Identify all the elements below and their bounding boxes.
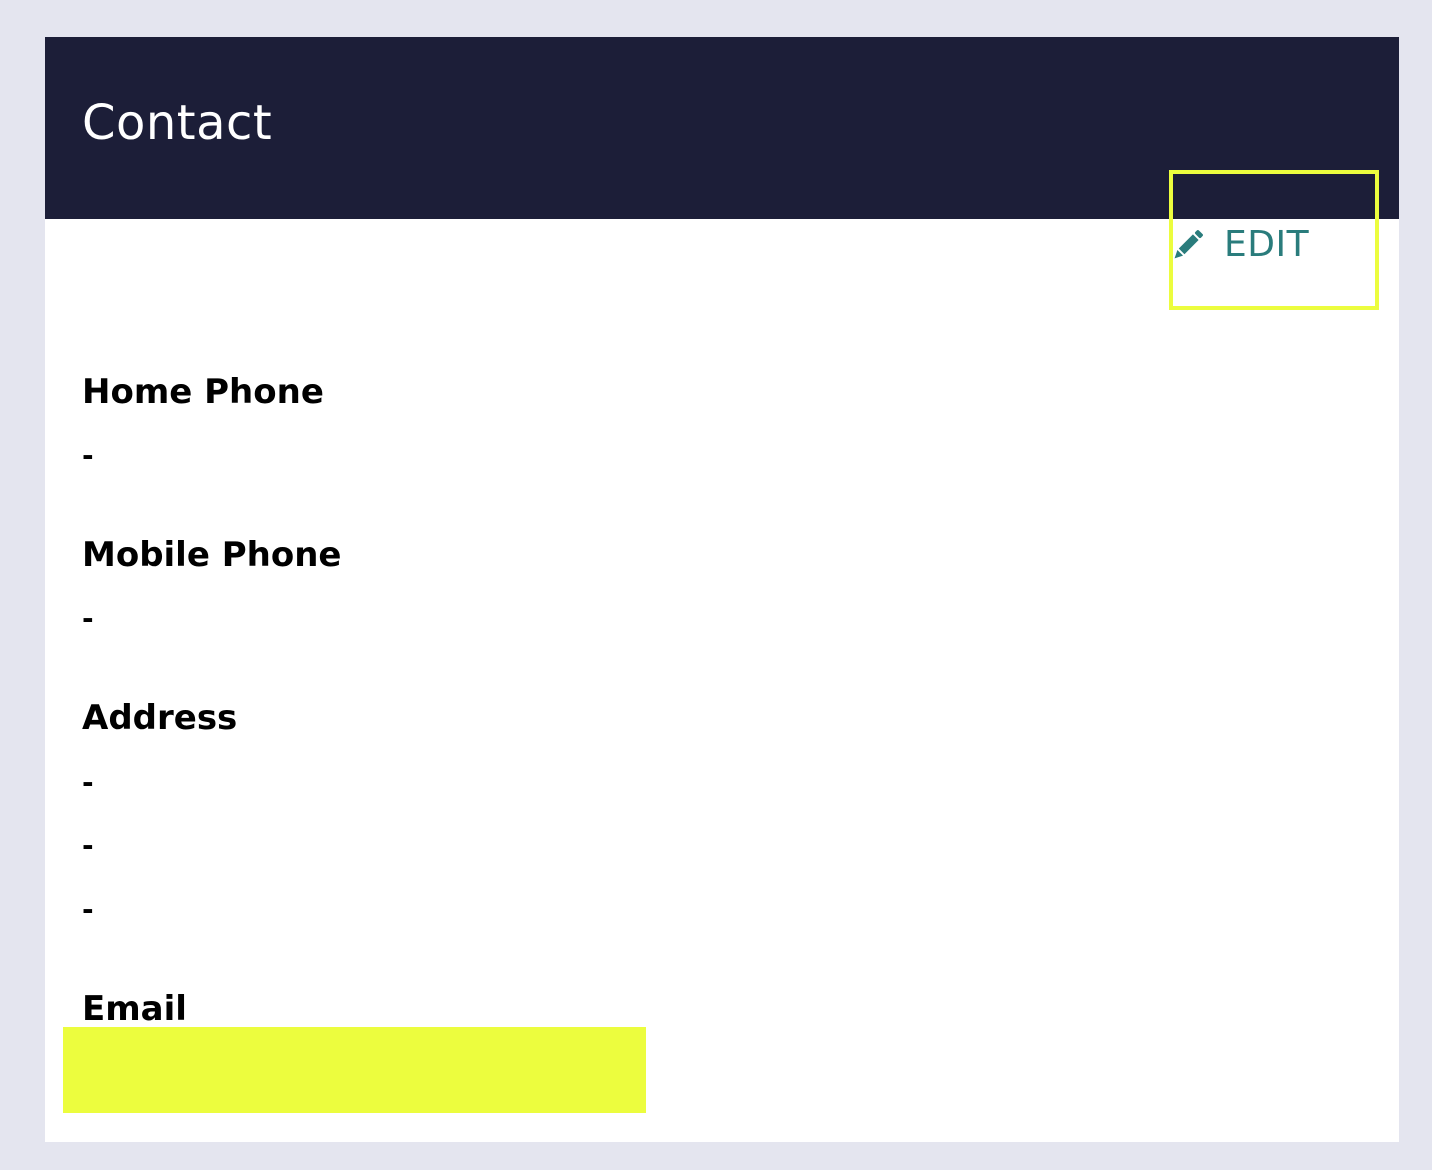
email-label: Email (82, 989, 187, 1029)
address-line-3: - (82, 893, 94, 926)
card-title: Contact (82, 95, 273, 151)
edit-label: EDIT (1224, 224, 1310, 265)
contact-card: Contact (45, 37, 1399, 1142)
address-line-2: - (82, 829, 94, 862)
mobile-phone-value: - (82, 602, 94, 635)
card-header: Contact (45, 37, 1399, 219)
edit-button[interactable]: EDIT (1168, 223, 1309, 267)
home-phone-label: Home Phone (82, 372, 324, 412)
home-phone-value: - (82, 439, 94, 472)
email-value-redaction (63, 1027, 646, 1113)
address-line-1: - (82, 766, 94, 799)
pencil-icon (1168, 225, 1208, 265)
mobile-phone-label: Mobile Phone (82, 535, 342, 575)
address-label: Address (82, 698, 238, 738)
